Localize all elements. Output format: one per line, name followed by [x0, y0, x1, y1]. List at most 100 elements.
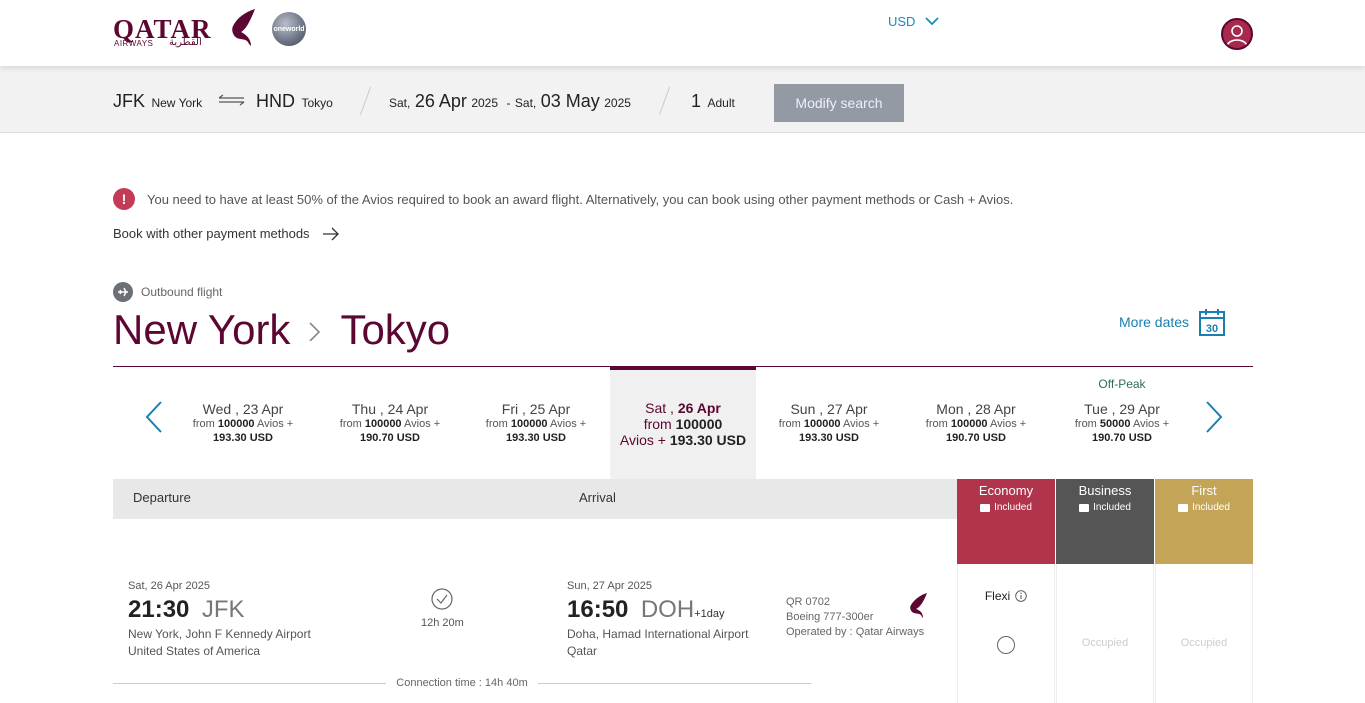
- logo-arabic: القطرية: [169, 37, 202, 48]
- fare-business-cell: Occupied: [1056, 564, 1154, 703]
- connection-time: Connection time : 14h 40m: [113, 677, 811, 689]
- avios-plus-text: Avios +: [619, 432, 666, 448]
- date-option[interactable]: Fri , 25 Apr from 100000 Avios + 193.30 …: [463, 367, 609, 479]
- return-dow: Sat,: [514, 96, 537, 110]
- fare-name: Flexi: [958, 589, 1054, 603]
- date-price: from 100000 Avios + 193.30 USD: [463, 417, 609, 445]
- user-icon: [1226, 25, 1248, 47]
- duration: 12h 20m: [421, 588, 464, 629]
- outbound-text: Outbound flight: [141, 285, 223, 299]
- date-option[interactable]: Thu , 24 Apr from 100000 Avios + 190.70 …: [317, 367, 463, 479]
- avios-plus-text: Avios +: [990, 418, 1027, 430]
- arrival-info: Sun, 27 Apr 2025 16:50 DOH+1day Doha, Ha…: [567, 580, 748, 660]
- plane-icon: [113, 282, 133, 302]
- date-price: from 100000 Avios + 190.70 USD: [317, 417, 463, 445]
- cabin-name: Economy: [978, 483, 1034, 498]
- fare-label: Flexi: [984, 589, 1011, 603]
- divider: [658, 86, 671, 116]
- profile-avatar-button[interactable]: [1221, 18, 1253, 50]
- dep-code: JFK: [201, 596, 245, 623]
- modify-search-button[interactable]: Modify search: [774, 84, 904, 122]
- baggage-icon: [1178, 503, 1189, 512]
- date-option[interactable]: Mon , 28 Apr from 100000 Avios + 190.70 …: [903, 367, 1049, 479]
- departure-header: Departure: [133, 490, 191, 505]
- avios-amount: 100000: [803, 418, 841, 430]
- cash-amount: 193.30 USD: [213, 432, 273, 444]
- cash-amount: 193.30 USD: [799, 432, 859, 444]
- fare-select-radio[interactable]: [997, 636, 1015, 654]
- pax-label: Adult: [707, 96, 735, 110]
- cash-amount: 193.30 USD: [669, 432, 747, 448]
- more-dates-link[interactable]: More dates 30: [1119, 308, 1226, 336]
- info-icon[interactable]: [1015, 590, 1027, 602]
- route-from: New York: [113, 306, 291, 353]
- arrival-header: Arrival: [579, 490, 616, 505]
- cabin-economy[interactable]: Economy Included: [957, 479, 1055, 564]
- next-dates-arrow-icon[interactable]: [1205, 401, 1223, 433]
- date-prefix: Sat ,: [645, 400, 674, 416]
- arr-time: 16:50: [567, 596, 629, 623]
- operated-by: Operated by : Qatar Airways: [786, 626, 925, 638]
- logo-sub: AIRWAYS: [114, 39, 154, 48]
- cabin-included: Included: [1056, 502, 1154, 513]
- date-price: from 100000 Avios + 193.30 USD: [170, 417, 316, 445]
- cabin-business[interactable]: Business Included: [1056, 479, 1154, 564]
- date-option[interactable]: Wed , 23 Apr from 100000 Avios + 193.30 …: [170, 367, 316, 479]
- divider: [113, 682, 387, 684]
- avios-amount: 100000: [675, 416, 723, 432]
- date-price: from 100000 Avios + 193.30 USD: [756, 417, 902, 445]
- date-label: Wed , 23 Apr: [202, 401, 284, 417]
- included-label: Included: [1093, 502, 1131, 513]
- date-option[interactable]: Sun , 27 Apr from 100000 Avios + 193.30 …: [756, 367, 902, 479]
- cash-amount: 193.30 USD: [506, 432, 566, 444]
- avios-plus-text: Avios +: [1132, 418, 1170, 430]
- cash-amount: 190.70 USD: [360, 432, 420, 444]
- travel-dates: Sat, 26 Apr 2025 - Sat, 03 May 2025: [389, 91, 631, 112]
- oneworld-text: oneworld: [273, 25, 305, 33]
- date-option[interactable]: Off-Peak Tue , 29 Apr from 50000 Avios +…: [1049, 367, 1195, 479]
- departure-info: Sat, 26 Apr 2025 21:30 JFK New York, Joh…: [128, 580, 311, 660]
- qatar-airways-logo[interactable]: QATAR AIRWAYS القطرية: [113, 8, 258, 50]
- date-label: Fri , 25 Apr: [501, 401, 571, 417]
- cabin-name: First: [1191, 483, 1217, 498]
- pax-count: 1: [691, 91, 702, 111]
- more-dates-label: More dates: [1119, 314, 1190, 330]
- notice-text: You need to have at least 50% of the Avi…: [147, 191, 1014, 207]
- included-label: Included: [1192, 502, 1230, 513]
- book-other-payment-link[interactable]: Book with other payment methods: [113, 226, 340, 241]
- currency-selector[interactable]: USD: [888, 14, 940, 29]
- date-option-selected[interactable]: Sat , 26 Apr from 100000 Avios + 193.30 …: [610, 367, 756, 479]
- from-text: from: [925, 418, 948, 430]
- avios-plus-text: Avios +: [257, 418, 294, 430]
- return-year: 2025: [604, 96, 631, 110]
- dep-date: Sat, 26 Apr 2025: [128, 580, 210, 592]
- arr-date: Sun, 27 Apr 2025: [567, 580, 653, 592]
- flight-table-header: Departure Arrival: [113, 479, 957, 519]
- prev-dates-arrow-icon[interactable]: [145, 401, 163, 433]
- book-other-label: Book with other payment methods: [113, 226, 310, 241]
- cabin-first[interactable]: First Included: [1155, 479, 1253, 564]
- date-label: Thu , 24 Apr: [351, 401, 429, 417]
- arr-code: DOH: [640, 596, 695, 623]
- cabin-included: Included: [957, 502, 1055, 513]
- origin-city: New York: [151, 96, 203, 110]
- swap-arrows-icon: [218, 94, 245, 106]
- avios-notice: ! You need to have at least 50% of the A…: [113, 188, 1013, 210]
- avios-plus-text: Avios +: [843, 418, 880, 430]
- divider: [359, 86, 372, 116]
- included-label: Included: [994, 502, 1032, 513]
- avios-plus-text: Avios +: [404, 418, 441, 430]
- baggage-icon: [980, 503, 991, 512]
- avios-amount: 50000: [1099, 418, 1131, 430]
- route-to: Tokyo: [340, 306, 451, 353]
- header: QATAR AIRWAYS القطرية oneworld USD: [0, 0, 1365, 66]
- origin: JFK New York: [113, 91, 202, 112]
- avios-amount: 100000: [217, 418, 255, 430]
- dest-code: HND: [256, 91, 295, 111]
- dep-country: United States of America: [128, 644, 261, 658]
- cash-amount: 190.70 USD: [946, 432, 1006, 444]
- date-carousel: Wed , 23 Apr from 100000 Avios + 193.30 …: [113, 367, 1253, 479]
- date-price: from 100000 Avios + 193.30 USD: [610, 416, 756, 448]
- from-text: from: [339, 418, 362, 430]
- divider: [537, 682, 811, 684]
